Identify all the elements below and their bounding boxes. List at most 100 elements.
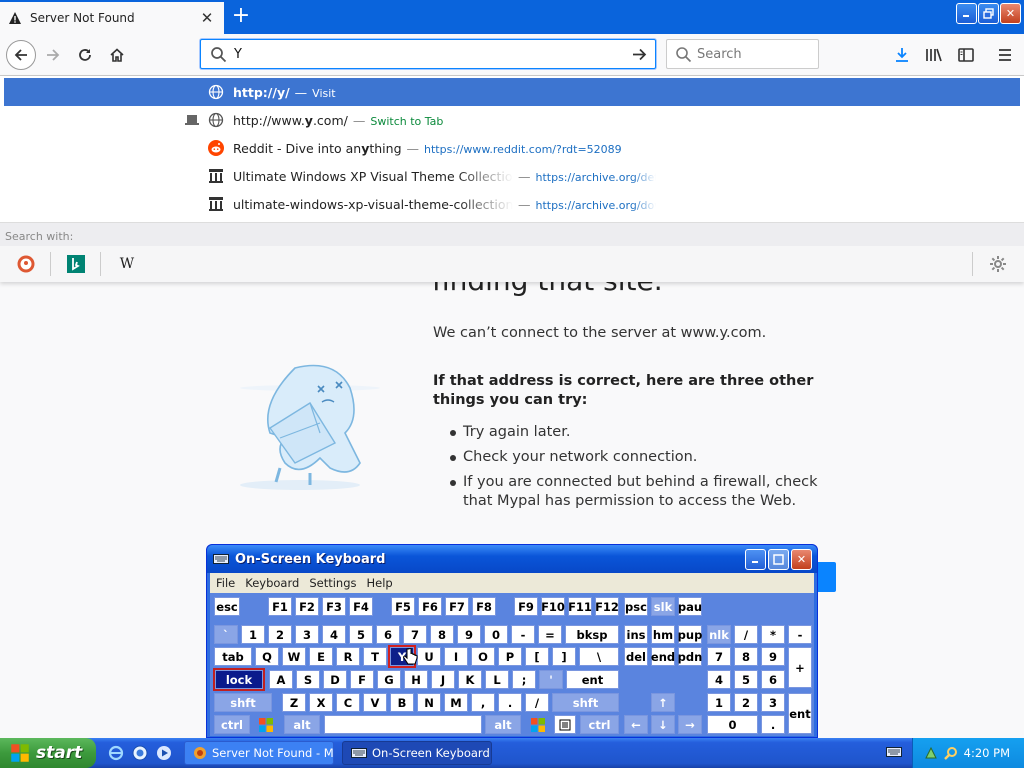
url-bar[interactable]: Y bbox=[200, 39, 656, 69]
arrow-down-icon[interactable]: ↓ bbox=[651, 715, 675, 734]
sidebar-icon[interactable] bbox=[952, 41, 980, 69]
bing-icon[interactable] bbox=[66, 254, 86, 274]
key-f11[interactable]: F11 bbox=[568, 597, 592, 616]
key-end[interactable]: end bbox=[651, 647, 675, 666]
key-2[interactable]: 2 bbox=[268, 625, 292, 644]
key-num-9[interactable]: 9 bbox=[761, 647, 785, 666]
menu-key-icon[interactable] bbox=[554, 715, 576, 734]
clock[interactable]: 4:20 PM bbox=[964, 746, 1010, 760]
key-6[interactable]: 6 bbox=[376, 625, 400, 644]
key-f7[interactable]: F7 bbox=[445, 597, 469, 616]
key-5[interactable]: 5 bbox=[349, 625, 373, 644]
new-tab-button[interactable]: + bbox=[228, 4, 254, 30]
key-tab[interactable]: tab bbox=[214, 647, 252, 666]
start-button[interactable]: start bbox=[0, 738, 96, 768]
key-nlk[interactable]: nlk bbox=[707, 625, 731, 644]
key-f12[interactable]: F12 bbox=[595, 597, 619, 616]
key-f2[interactable]: F2 bbox=[295, 597, 319, 616]
key-esc[interactable]: esc bbox=[214, 597, 240, 616]
search-tray-icon[interactable] bbox=[943, 746, 958, 760]
key-u[interactable]: U bbox=[417, 647, 441, 666]
key-p[interactable]: P bbox=[498, 647, 522, 666]
menu-keyboard[interactable]: Keyboard bbox=[245, 576, 299, 590]
suggestion-row[interactable]: http://y/— Visit bbox=[4, 78, 1020, 106]
key-n[interactable]: N bbox=[417, 693, 441, 712]
key-num-6[interactable]: 6 bbox=[761, 670, 785, 689]
key-t[interactable]: T bbox=[363, 647, 387, 666]
key-1[interactable]: 1 bbox=[241, 625, 265, 644]
key-enter[interactable]: ent bbox=[566, 670, 619, 689]
key-r[interactable]: R bbox=[336, 647, 360, 666]
key-o[interactable]: O bbox=[471, 647, 495, 666]
back-button[interactable] bbox=[6, 40, 36, 70]
key-a[interactable]: A bbox=[269, 670, 293, 689]
restore-button[interactable] bbox=[978, 3, 999, 24]
osk-minimize-button[interactable] bbox=[745, 549, 766, 570]
firefox-icon[interactable] bbox=[132, 745, 148, 761]
key-num-3[interactable]: 3 bbox=[761, 693, 785, 712]
osk-close-button[interactable]: ✕ bbox=[791, 549, 812, 570]
key-f1[interactable]: F1 bbox=[268, 597, 292, 616]
key-semicolon[interactable]: ; bbox=[512, 670, 536, 689]
menu-icon[interactable] bbox=[991, 41, 1019, 69]
osk-maximize-button[interactable] bbox=[768, 549, 789, 570]
key-v[interactable]: V bbox=[363, 693, 387, 712]
key-0[interactable]: 0 bbox=[484, 625, 508, 644]
key-c[interactable]: C bbox=[336, 693, 360, 712]
key-f9[interactable]: F9 bbox=[514, 597, 538, 616]
menu-help[interactable]: Help bbox=[366, 576, 392, 590]
suggestion-row[interactable]: http://www.y.com/— Switch to Tab bbox=[4, 106, 1020, 134]
media-player-icon[interactable] bbox=[156, 745, 172, 761]
taskbar-item-browser[interactable]: Server Not Found - M... bbox=[184, 741, 334, 765]
key-equals[interactable]: = bbox=[538, 625, 562, 644]
key-backspace[interactable]: bksp bbox=[565, 625, 619, 644]
key-h[interactable]: H bbox=[404, 670, 428, 689]
gear-icon[interactable] bbox=[988, 254, 1008, 274]
arrow-right-icon[interactable]: → bbox=[678, 715, 702, 734]
key-num-8[interactable]: 8 bbox=[734, 647, 758, 666]
key-f5[interactable]: F5 bbox=[391, 597, 415, 616]
key-slk[interactable]: slk bbox=[651, 597, 675, 616]
key-e[interactable]: E bbox=[309, 647, 333, 666]
key-num-7[interactable]: 7 bbox=[707, 647, 731, 666]
key-7[interactable]: 7 bbox=[403, 625, 427, 644]
key-lbracket[interactable]: [ bbox=[525, 647, 549, 666]
downloads-icon[interactable] bbox=[888, 41, 916, 69]
menu-file[interactable]: File bbox=[216, 576, 235, 590]
key-f8[interactable]: F8 bbox=[472, 597, 496, 616]
home-button[interactable] bbox=[103, 41, 131, 69]
key-z[interactable]: Z bbox=[282, 693, 306, 712]
key-d[interactable]: D bbox=[323, 670, 347, 689]
key-q[interactable]: Q bbox=[255, 647, 279, 666]
key-f4[interactable]: F4 bbox=[349, 597, 373, 616]
key-num-minus[interactable]: - bbox=[788, 625, 812, 644]
arrow-left-icon[interactable]: ← bbox=[624, 715, 648, 734]
key-hm[interactable]: hm bbox=[651, 625, 675, 644]
library-icon[interactable] bbox=[920, 41, 948, 69]
key-ctrl-left[interactable]: ctrl bbox=[214, 715, 250, 734]
key-f[interactable]: F bbox=[350, 670, 374, 689]
key-num-0[interactable]: 0 bbox=[707, 715, 758, 734]
go-arrow-icon[interactable] bbox=[631, 46, 648, 63]
key-f3[interactable]: F3 bbox=[322, 597, 346, 616]
key-shift-left[interactable]: shft bbox=[214, 693, 272, 712]
key-4[interactable]: 4 bbox=[322, 625, 346, 644]
url-input-value[interactable]: Y bbox=[234, 47, 242, 62]
key-space[interactable] bbox=[324, 715, 482, 734]
key-num-decimal[interactable]: . bbox=[761, 715, 785, 734]
key-ins[interactable]: ins bbox=[624, 625, 648, 644]
internet-explorer-icon[interactable] bbox=[108, 745, 124, 761]
arrow-up-icon[interactable]: ↑ bbox=[651, 693, 675, 712]
key-multiply[interactable]: * bbox=[761, 625, 785, 644]
suggestion-row[interactable]: Ultimate Windows XP Visual Theme Collect… bbox=[4, 162, 1020, 190]
key-g[interactable]: G bbox=[377, 670, 401, 689]
key-s[interactable]: S bbox=[296, 670, 320, 689]
key-k[interactable]: K bbox=[458, 670, 482, 689]
close-window-button[interactable]: ✕ bbox=[1000, 3, 1021, 24]
key-backslash[interactable]: \ bbox=[579, 647, 619, 666]
key-del[interactable]: del bbox=[624, 647, 648, 666]
suggestion-row[interactable]: Reddit - Dive into anything — https://www.… bbox=[4, 134, 1020, 162]
key-period[interactable]: . bbox=[498, 693, 522, 712]
taskbar-item-osk[interactable]: On-Screen Keyboard bbox=[342, 741, 492, 765]
key-w[interactable]: W bbox=[282, 647, 306, 666]
